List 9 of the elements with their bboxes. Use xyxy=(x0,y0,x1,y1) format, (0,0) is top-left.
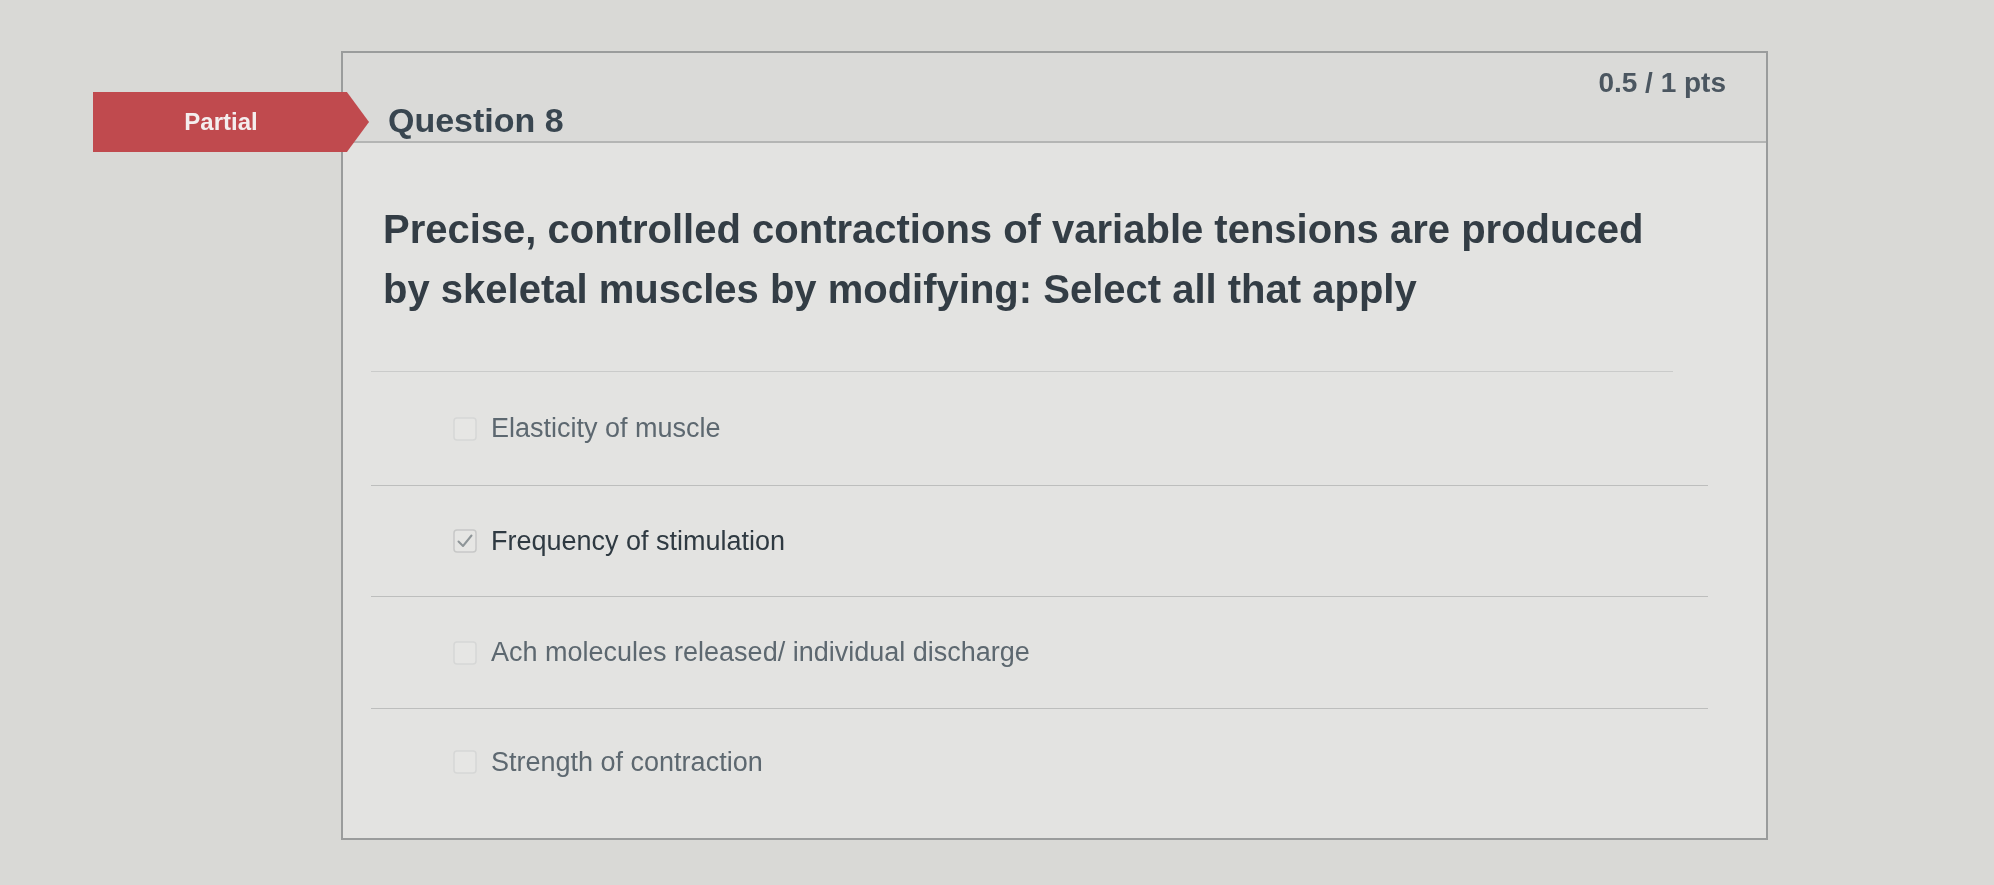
question-text: Precise, controlled contractions of variable tensions are produced by skeletal muscles by modifying: Select all that apply xyxy=(371,199,1673,372)
answer-label: Frequency of stimulation xyxy=(491,525,786,557)
checked-checkbox[interactable] xyxy=(453,529,477,553)
answer-label: Strength of contraction xyxy=(491,746,763,778)
question-title: Question 8 xyxy=(388,101,564,140)
points-score: 0.5 / 1 pts xyxy=(1598,67,1726,99)
status-ribbon: Partial xyxy=(93,92,369,152)
answer-label: Elasticity of muscle xyxy=(491,413,721,444)
answer-label: Ach molecules released/ individual discharge xyxy=(491,637,1030,668)
